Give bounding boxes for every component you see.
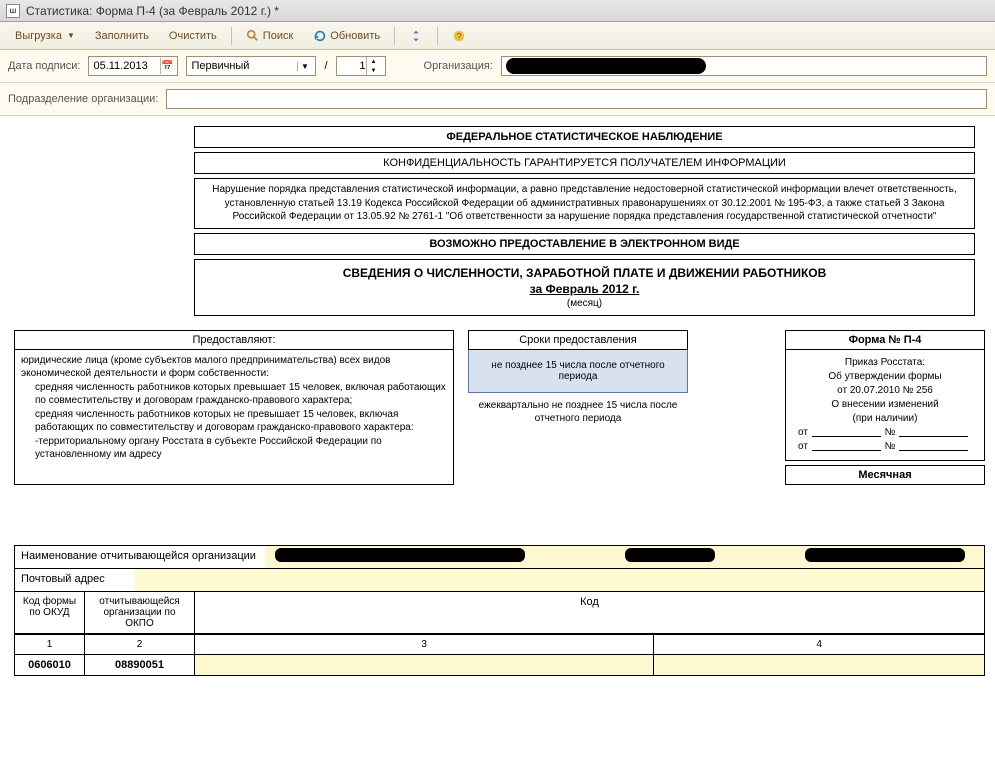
ot-row-1: от№	[790, 426, 980, 440]
doc-header-1: ФЕДЕРАЛЬНОЕ СТАТИСТИЧЕСКОЕ НАБЛЮДЕНИЕ	[194, 126, 975, 148]
upload-button[interactable]: Выгрузка ▼	[6, 26, 84, 46]
doc-title-3: (месяц)	[205, 298, 964, 309]
subdiv-input[interactable]	[171, 93, 982, 105]
toolbar: Выгрузка ▼ Заполнить Очистить Поиск Обно…	[0, 22, 995, 50]
type-select[interactable]: Первичный ▼	[186, 56, 316, 76]
deadline-column: Сроки предоставления не позднее 15 числа…	[468, 330, 688, 485]
redacted-content	[805, 548, 965, 562]
code-4-value[interactable]	[654, 655, 984, 675]
app-icon: ш	[6, 4, 20, 18]
provide-header: Предоставляют:	[15, 331, 453, 350]
ot-row-2: от№	[790, 440, 980, 454]
code-value-row: 0606010 08890051	[15, 655, 984, 675]
calendar-icon[interactable]: 📅	[160, 58, 173, 74]
chevron-down-icon[interactable]: ▼	[297, 62, 311, 71]
document-area: ФЕДЕРАЛЬНОЕ СТАТИСТИЧЕСКОЕ НАБЛЮДЕНИЕ КО…	[0, 116, 995, 686]
postal-addr-row: Почтовый адрес	[15, 569, 984, 592]
refresh-icon	[313, 29, 327, 43]
expand-button[interactable]	[400, 25, 432, 47]
form-number-header: Форма № П-4	[785, 330, 985, 350]
deadline-highlighted[interactable]: не позднее 15 числа после отчетного пери…	[468, 350, 688, 393]
code-3-value[interactable]	[195, 655, 654, 675]
upload-label: Выгрузка	[15, 30, 62, 42]
org-name-value[interactable]	[265, 546, 984, 568]
doc-title-2: за Февраль 2012 г.	[205, 282, 964, 296]
doc-header-2: КОНФИДЕНЦИАЛЬНОСТЬ ГАРАНТИРУЕТСЯ ПОЛУЧАТ…	[194, 152, 975, 174]
redacted-content	[506, 58, 706, 74]
form-row-2: Подразделение организации:	[0, 83, 995, 116]
col-3: 3	[195, 635, 654, 654]
postal-addr-label: Почтовый адрес	[15, 569, 135, 591]
help-button[interactable]: ?	[443, 25, 475, 47]
redacted-content	[625, 548, 715, 562]
doc-title-1: СВЕДЕНИЯ О ЧИСЛЕННОСТИ, ЗАРАБОТНОЙ ПЛАТЕ…	[205, 266, 964, 280]
refresh-button[interactable]: Обновить	[304, 25, 389, 47]
search-label: Поиск	[263, 30, 293, 42]
bottom-table: Наименование отчитывающейся организации …	[14, 545, 985, 676]
fill-button[interactable]: Заполнить	[86, 26, 158, 46]
number-input[interactable]	[341, 60, 366, 72]
date-sign-field[interactable]: 📅	[88, 56, 178, 76]
expand-icon	[409, 29, 423, 43]
col-2: 2	[85, 635, 195, 654]
col-4: 4	[654, 635, 984, 654]
provide-body: юридические лица (кроме субъектов малого…	[15, 350, 453, 466]
date-sign-input[interactable]	[93, 60, 160, 72]
redacted-content	[275, 548, 525, 562]
search-button[interactable]: Поиск	[237, 25, 302, 47]
subdiv-field[interactable]	[166, 89, 987, 109]
form-l4: О внесении изменений	[790, 398, 980, 412]
spin-up-icon[interactable]: ▲	[367, 57, 381, 66]
clear-button[interactable]: Очистить	[160, 26, 226, 46]
org-label: Организация:	[424, 60, 493, 72]
type-value: Первичный	[191, 60, 297, 72]
spin-down-icon[interactable]: ▼	[367, 66, 381, 75]
doc-title-box: СВЕДЕНИЯ О ЧИСЛЕННОСТИ, ЗАРАБОТНОЙ ПЛАТЕ…	[194, 259, 975, 316]
form-info-body: Приказ Росстата: Об утверждении формы от…	[785, 350, 985, 461]
refresh-label: Обновить	[330, 30, 380, 42]
search-icon	[246, 29, 260, 43]
org-name-label: Наименование отчитывающейся организации	[15, 546, 265, 568]
date-sign-label: Дата подписи:	[8, 60, 80, 72]
chevron-down-icon: ▼	[67, 31, 75, 40]
col-num-row: 1 2 3 4	[15, 635, 984, 655]
col-1: 1	[15, 635, 85, 654]
postal-addr-value[interactable]	[135, 569, 984, 591]
mid-section: Предоставляют: юридические лица (кроме с…	[14, 330, 985, 485]
deadline-sub: ежеквартально не позднее 15 числа после …	[468, 393, 688, 431]
okpo-value: 08890051	[85, 655, 195, 675]
doc-warning: Нарушение порядка представления статисти…	[194, 178, 975, 229]
separator	[394, 27, 395, 45]
provide-p1: юридические лица (кроме субъектов малого…	[21, 354, 447, 381]
provide-p3: средняя численность работников которых н…	[21, 408, 447, 435]
form-row-1: Дата подписи: 📅 Первичный ▼ / ▲ ▼ Органи…	[0, 50, 995, 83]
form-l2: Об утверждении формы	[790, 370, 980, 384]
provide-p4: -территориальному органу Росстата в субъ…	[21, 435, 447, 462]
form-l3: от 20.07.2010 № 256	[790, 384, 980, 398]
window-titlebar: ш Статистика: Форма П-4 (за Февраль 2012…	[0, 0, 995, 22]
svg-text:?: ?	[457, 31, 462, 41]
okud-header: Код формы по ОКУД	[15, 592, 85, 634]
deadline-header: Сроки предоставления	[468, 330, 688, 350]
subdiv-label: Подразделение организации:	[8, 93, 158, 105]
okud-value: 0606010	[15, 655, 85, 675]
separator	[437, 27, 438, 45]
slash-label: /	[324, 60, 327, 72]
form-info-column: Форма № П-4 Приказ Росстата: Об утвержде…	[785, 330, 985, 485]
number-field[interactable]: ▲ ▼	[336, 56, 386, 76]
provide-p2: средняя численность работников которых п…	[21, 381, 447, 408]
doc-electronic: ВОЗМОЖНО ПРЕДОСТАВЛЕНИЕ В ЭЛЕКТРОННОМ ВИ…	[194, 233, 975, 255]
code-header: Код	[195, 592, 984, 634]
form-l1: Приказ Росстата:	[790, 356, 980, 370]
code-header-row: Код формы по ОКУД отчитывающейся организ…	[15, 592, 984, 635]
form-l5: (при наличии)	[790, 412, 980, 426]
org-name-row: Наименование отчитывающейся организации	[15, 546, 984, 569]
provide-column: Предоставляют: юридические лица (кроме с…	[14, 330, 454, 485]
window-title: Статистика: Форма П-4 (за Февраль 2012 г…	[26, 4, 279, 18]
form-periodicity: Месячная	[785, 465, 985, 485]
help-icon: ?	[452, 29, 466, 43]
org-field[interactable]	[501, 56, 987, 76]
separator	[231, 27, 232, 45]
okpo-header: отчитывающейся организации по ОКПО	[85, 592, 195, 634]
